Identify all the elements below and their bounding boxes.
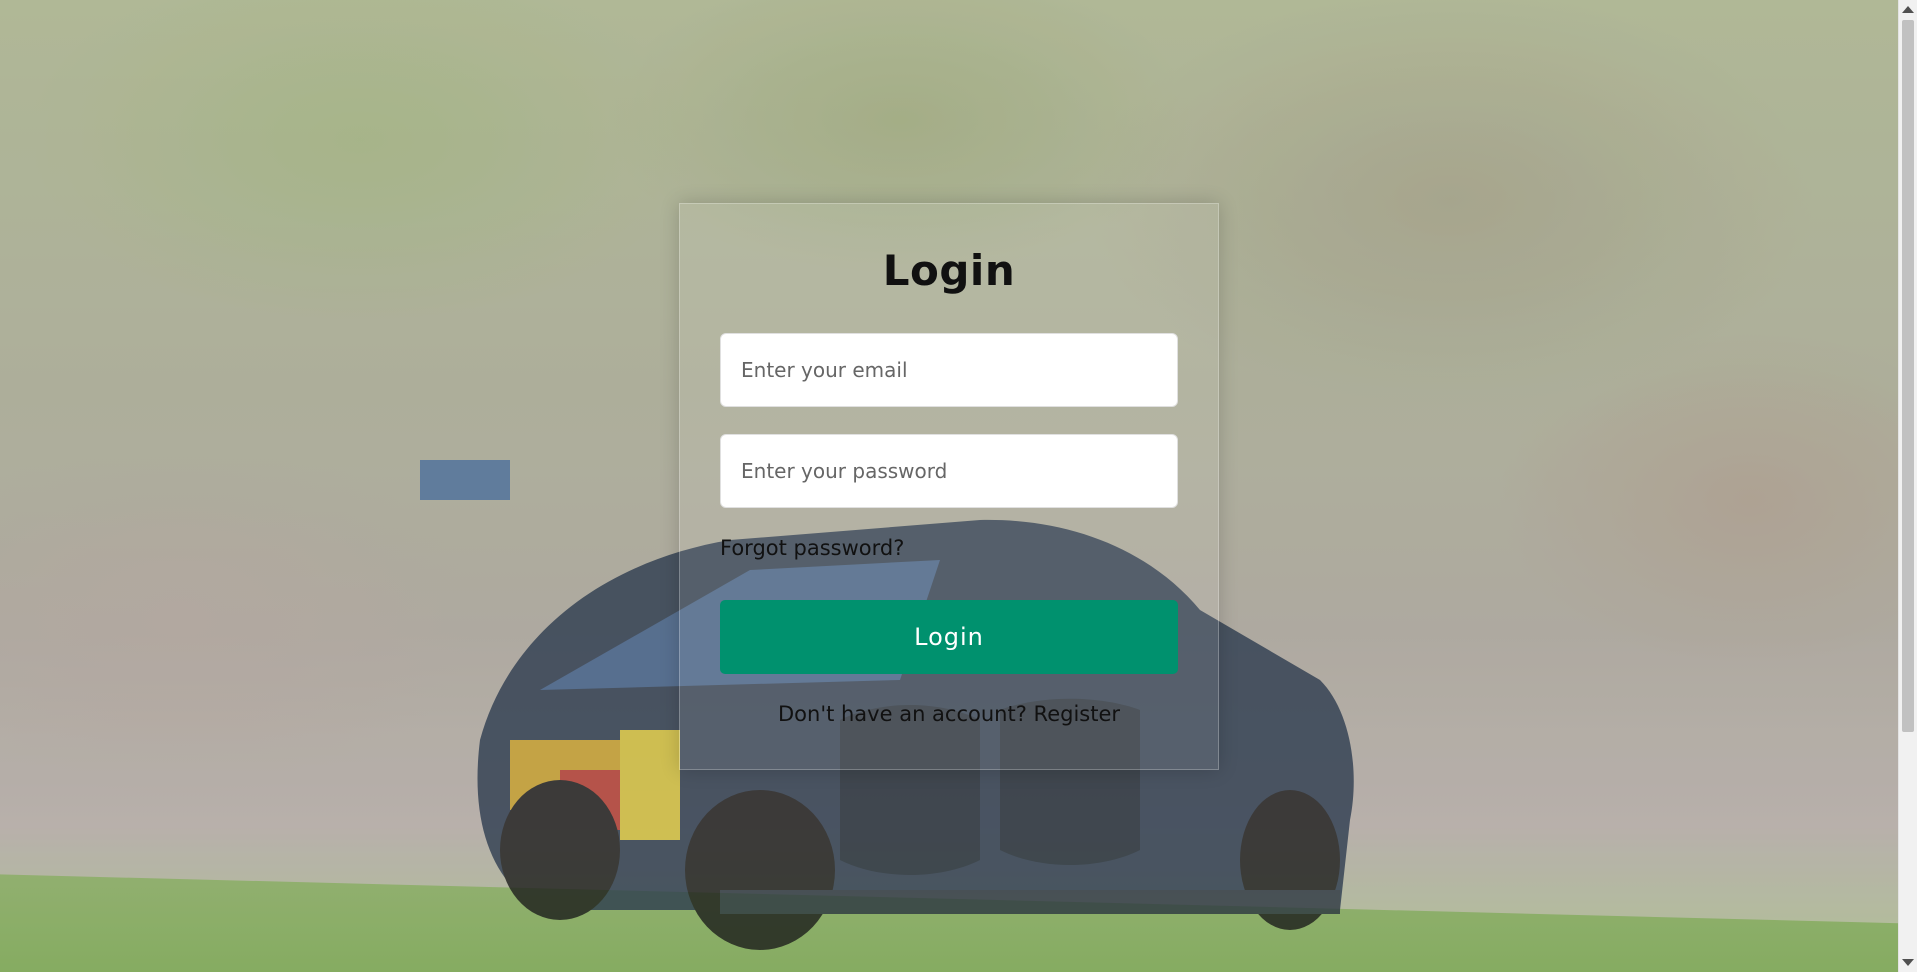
email-input[interactable]: [720, 333, 1178, 407]
scroll-down-arrow-icon[interactable]: [1902, 959, 1914, 966]
vertical-scrollbar[interactable]: [1898, 0, 1917, 972]
no-account-text: Don't have an account?: [777, 702, 1027, 726]
scroll-thumb[interactable]: [1902, 20, 1914, 732]
login-title: Login: [882, 246, 1016, 295]
login-button[interactable]: Login: [720, 600, 1178, 674]
login-card: Login Forgot password? Login Don't have …: [679, 203, 1219, 770]
forgot-password-link[interactable]: Forgot password?: [720, 536, 904, 560]
register-link[interactable]: Register: [1034, 702, 1120, 726]
scroll-up-arrow-icon[interactable]: [1902, 6, 1914, 13]
register-prompt: Don't have an account? Register: [680, 702, 1218, 726]
password-input[interactable]: [720, 434, 1178, 508]
